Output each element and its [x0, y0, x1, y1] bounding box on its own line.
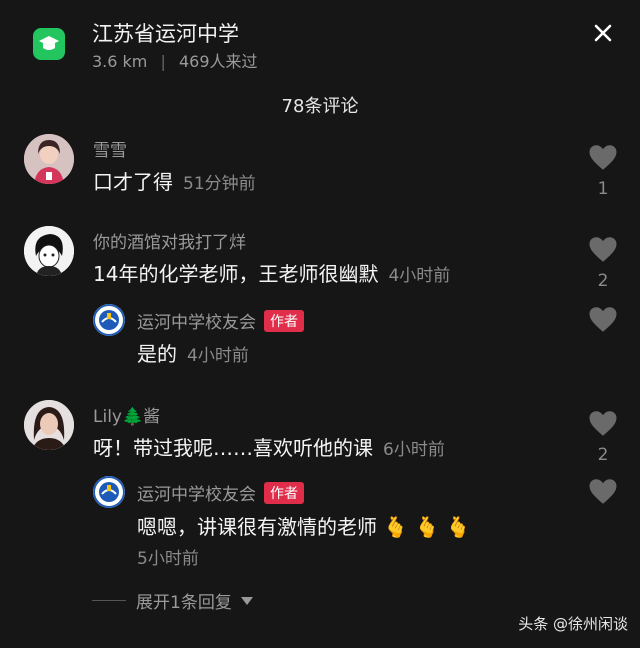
- avatar[interactable]: [24, 400, 74, 450]
- like-count: 2: [597, 445, 609, 465]
- heart-icon: [589, 479, 617, 504]
- comments-count-title: 78条评论: [281, 96, 359, 117]
- comment-time: 6小时前: [383, 440, 445, 460]
- heart-icon: [589, 411, 617, 436]
- reply-username: 运河中学校友会 作者: [137, 480, 304, 505]
- comment-text: 14年的化学老师，王老师很幽默 4小时前: [93, 258, 450, 287]
- reply-author-name[interactable]: 运河中学校友会: [137, 485, 256, 505]
- author-badge: 作者: [264, 310, 304, 332]
- like-button[interactable]: 2: [584, 410, 622, 465]
- reply-avatar[interactable]: [93, 304, 125, 336]
- heart-icon: [589, 307, 617, 332]
- like-button[interactable]: 2: [584, 236, 622, 291]
- heart-icon: [589, 237, 617, 262]
- reply-body: 嗯嗯，讲课很有激情的老师 🫰 🫰 🫰: [137, 515, 471, 539]
- location-header: 江苏省运河中学 3.6 km | 469人来过: [0, 0, 640, 82]
- school-name[interactable]: 江苏省运河中学: [92, 18, 239, 48]
- like-button[interactable]: 1: [584, 144, 622, 199]
- close-button[interactable]: [588, 18, 618, 48]
- comment-time: 51分钟前: [183, 174, 256, 194]
- comment-username[interactable]: 雪雪: [93, 136, 127, 161]
- reply-like-button[interactable]: [584, 478, 622, 509]
- comment-body: 口才了得: [93, 170, 173, 194]
- expand-label: 展开1条回复: [136, 593, 232, 613]
- reply-body: 是的: [137, 342, 177, 366]
- heart-icon: [589, 145, 617, 170]
- comment-username[interactable]: 你的酒馆对我打了烊: [93, 228, 246, 253]
- comment-item: 雪雪 口才了得 51分钟前 1: [0, 132, 640, 202]
- divider-line: [92, 600, 126, 601]
- distance: 3.6 km: [92, 52, 148, 71]
- visitor-count: 469人来过: [178, 52, 258, 71]
- comment-text: 口才了得 51分钟前: [93, 166, 256, 195]
- close-icon: [594, 24, 612, 42]
- comment-text: 呀！带过我呢……喜欢听他的课 6小时前: [93, 432, 445, 461]
- reply-text: 是的 4小时前: [137, 338, 249, 367]
- reply-username: 运河中学校友会 作者: [137, 308, 304, 333]
- location-meta: 3.6 km | 469人来过: [92, 48, 258, 72]
- comment-username[interactable]: Lily🌲酱: [93, 402, 160, 427]
- reply-time: 5小时前: [137, 549, 199, 569]
- reply-time: 4小时前: [187, 346, 249, 366]
- avatar[interactable]: [24, 134, 74, 184]
- comment-body: 14年的化学老师，王老师很幽默: [93, 262, 379, 286]
- avatar[interactable]: [24, 226, 74, 276]
- reply-author-name[interactable]: 运河中学校友会: [137, 313, 256, 333]
- reply-avatar[interactable]: [93, 476, 125, 508]
- watermark: 头条 @徐州闲谈: [518, 615, 628, 633]
- comment-time: 4小时前: [388, 266, 451, 286]
- graduation-cap-icon: [33, 28, 65, 60]
- reply-like-button[interactable]: [584, 306, 622, 337]
- comment-body: 呀！带过我呢……喜欢听他的课: [93, 436, 373, 460]
- meta-separator: |: [160, 52, 166, 71]
- like-count: 1: [597, 179, 609, 199]
- expand-replies-button[interactable]: 展开1条回复: [92, 588, 254, 613]
- author-badge: 作者: [264, 482, 304, 504]
- caret-down-icon: [240, 596, 253, 605]
- comment-item: 你的酒馆对我打了烊 14年的化学老师，王老师很幽默 4小时前 2 运河中学校友会作…: [0, 224, 640, 367]
- comment-item: Lily🌲酱 呀！带过我呢……喜欢听他的课 6小时前 2 运河中学校友会 作者 嗯嗯…: [0, 398, 640, 573]
- like-count: 2: [597, 271, 609, 291]
